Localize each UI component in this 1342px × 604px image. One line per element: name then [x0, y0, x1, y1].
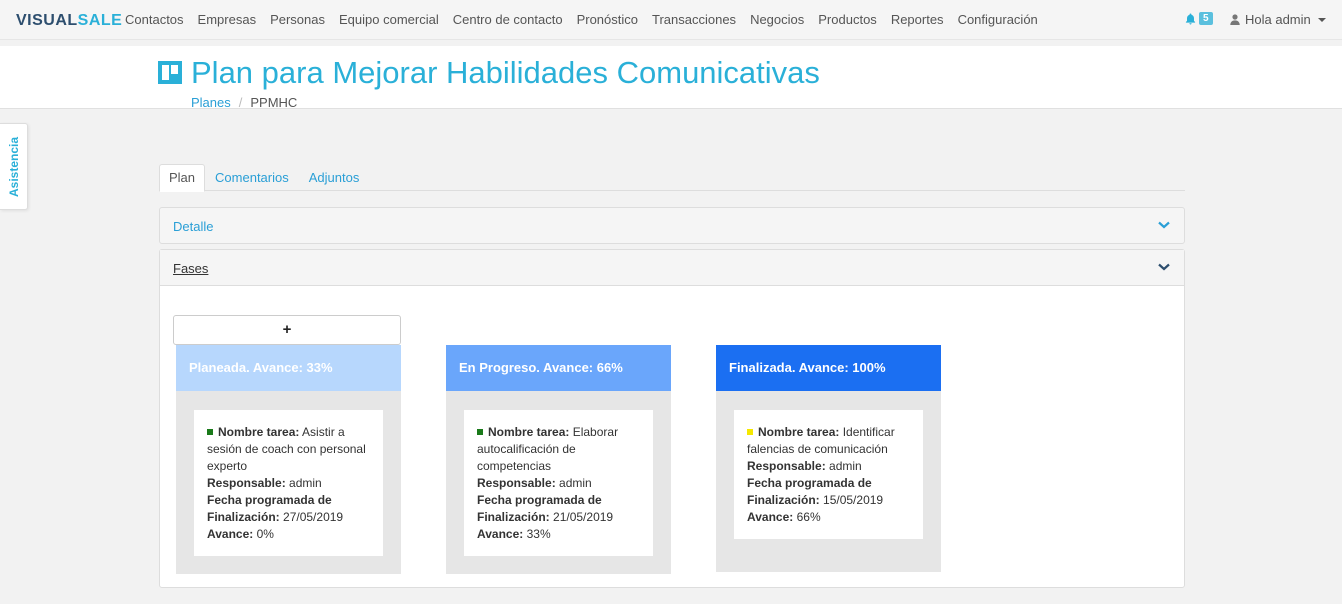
menu-transacciones[interactable]: Transacciones: [645, 0, 743, 40]
fases-panel-header[interactable]: Fases: [160, 250, 1184, 286]
avance-value: 33%: [526, 527, 551, 541]
assistance-side-tab[interactable]: Asistencia: [0, 123, 28, 210]
chevron-down-icon: [1158, 221, 1170, 229]
tab-comentarios[interactable]: Comentarios: [205, 164, 299, 191]
bell-icon: [1185, 13, 1196, 24]
responsable-label: Responsable:: [207, 476, 286, 490]
avance-label: Avance:: [747, 510, 794, 524]
avance-label: Avance:: [207, 527, 254, 541]
status-square-icon: [477, 429, 483, 435]
main-menu: Contactos Empresas Personas Equipo comer…: [118, 0, 1045, 40]
phase-column-planeada: Planeada. Avance: 33% Nombre tarea: Asis…: [176, 345, 401, 574]
responsable-value: admin: [559, 476, 592, 490]
menu-equipo-comercial[interactable]: Equipo comercial: [332, 0, 446, 40]
assistance-label: Asistencia: [6, 136, 21, 197]
detalle-panel-title: Detalle: [173, 219, 214, 234]
task-name-label: Nombre tarea:: [488, 425, 570, 439]
task-name-label: Nombre tarea:: [218, 425, 300, 439]
user-icon: [1230, 14, 1240, 25]
menu-reportes[interactable]: Reportes: [884, 0, 951, 40]
responsable-value: admin: [829, 459, 862, 473]
chevron-down-icon: [1158, 263, 1170, 271]
responsable-label: Responsable:: [747, 459, 826, 473]
logo-part-2: SALE: [77, 12, 123, 29]
kanban-icon: [158, 61, 182, 84]
menu-centro-de-contacto[interactable]: Centro de contacto: [446, 0, 570, 40]
task-card[interactable]: Nombre tarea: Identificar falencias de c…: [734, 410, 923, 539]
breadcrumb-current: PPMHC: [250, 95, 298, 110]
responsable-value: admin: [289, 476, 322, 490]
task-card[interactable]: Nombre tarea: Elaborar autocalificación …: [464, 410, 653, 556]
phase-column-header: Finalizada. Avance: 100%: [716, 345, 941, 391]
page-title: Plan para Mejorar Habilidades Comunicati…: [191, 55, 820, 90]
add-phase-button[interactable]: +: [173, 315, 401, 345]
logo[interactable]: VISUALSALE: [16, 12, 122, 30]
responsable-label: Responsable:: [477, 476, 556, 490]
tab-plan[interactable]: Plan: [159, 164, 206, 192]
task-card[interactable]: Nombre tarea: Asistir a sesión de coach …: [194, 410, 383, 556]
task-name-label: Nombre tarea:: [758, 425, 840, 439]
tab-bar: Plan Comentarios Adjuntos: [159, 164, 1185, 192]
menu-personas[interactable]: Personas: [263, 0, 332, 40]
top-navbar: VISUALSALE Contactos Empresas Personas E…: [0, 0, 1342, 40]
status-square-icon: [747, 429, 753, 435]
fecha-value: 21/05/2019: [553, 510, 614, 524]
phase-column-finalizada: Finalizada. Avance: 100% Nombre tarea: I…: [716, 345, 941, 572]
phase-column-header: Planeada. Avance: 33%: [176, 345, 401, 391]
page-header: Plan para Mejorar Habilidades Comunicati…: [0, 46, 1342, 110]
status-square-icon: [207, 429, 213, 435]
notifications-button[interactable]: 5: [1185, 12, 1213, 25]
menu-contactos[interactable]: Contactos: [118, 0, 191, 40]
menu-empresas[interactable]: Empresas: [191, 0, 264, 40]
fases-panel-title: Fases: [173, 261, 209, 276]
menu-productos[interactable]: Productos: [811, 0, 884, 40]
fecha-value: 27/05/2019: [283, 510, 344, 524]
phase-column-header: En Progreso. Avance: 66%: [446, 345, 671, 391]
tab-adjuntos[interactable]: Adjuntos: [299, 164, 370, 191]
notifications-badge: 5: [1199, 12, 1213, 25]
menu-negocios[interactable]: Negocios: [743, 0, 811, 40]
breadcrumb-planes[interactable]: Planes: [191, 95, 231, 110]
user-label: Hola admin: [1245, 12, 1311, 27]
avance-value: 0%: [256, 527, 274, 541]
avance-label: Avance:: [477, 527, 524, 541]
breadcrumb: Planes / PPMHC: [191, 95, 297, 110]
phase-column-en-progreso: En Progreso. Avance: 66% Nombre tarea: E…: [446, 345, 671, 574]
fecha-value: 15/05/2019: [823, 493, 884, 507]
avance-value: 66%: [796, 510, 821, 524]
logo-part-1: VISUAL: [16, 12, 78, 29]
detalle-panel[interactable]: Detalle: [159, 207, 1185, 244]
caret-down-icon: [1317, 17, 1326, 22]
menu-pronostico[interactable]: Pronóstico: [570, 0, 645, 40]
menu-configuracion[interactable]: Configuración: [951, 0, 1045, 40]
breadcrumb-separator: /: [238, 95, 243, 110]
user-menu[interactable]: Hola admin: [1230, 12, 1326, 27]
